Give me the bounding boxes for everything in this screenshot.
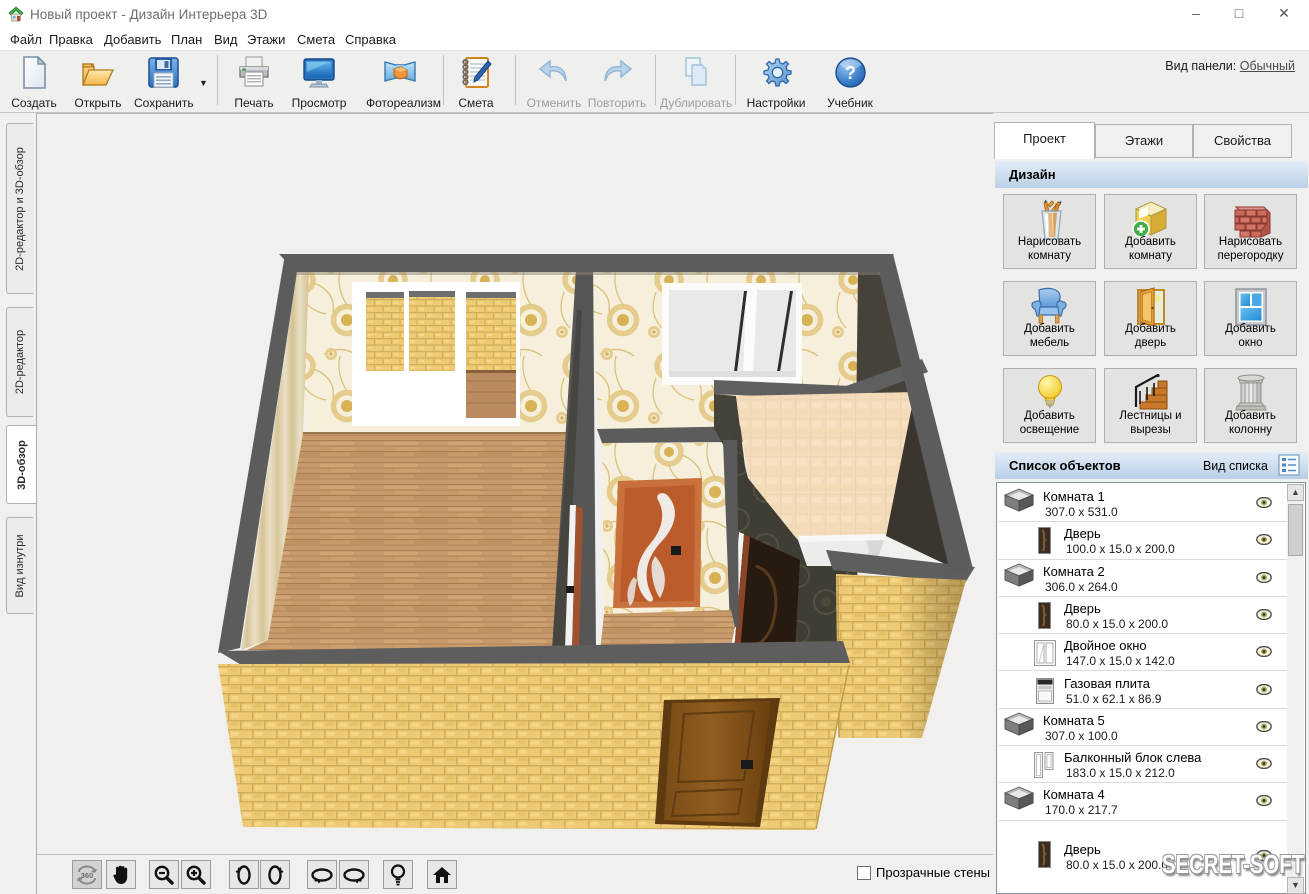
- svg-text:360: 360: [81, 871, 94, 880]
- svg-text:?: ?: [845, 63, 856, 83]
